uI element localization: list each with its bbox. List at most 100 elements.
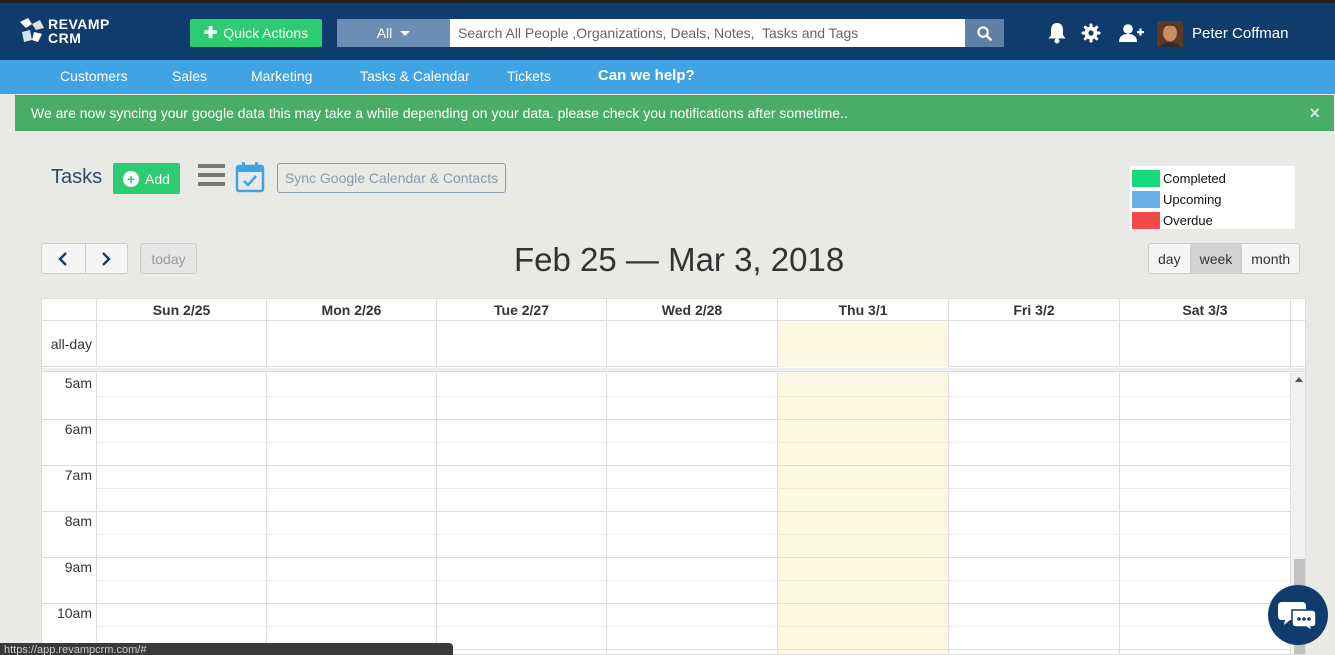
- nav-item-tasks-calendar[interactable]: Tasks & Calendar: [360, 68, 470, 84]
- chat-widget-button[interactable]: [1268, 585, 1328, 645]
- nav-item-sales[interactable]: Sales: [172, 68, 207, 84]
- add-task-button[interactable]: + Add: [113, 163, 180, 194]
- user-name[interactable]: Peter Coffman: [1192, 25, 1288, 42]
- logo-text-crm: CRM: [48, 30, 82, 46]
- calendar-view-icon[interactable]: [235, 161, 265, 193]
- nav-item-customers[interactable]: Customers: [60, 68, 128, 84]
- plus-icon: ✚: [203, 25, 218, 42]
- quick-actions-label: Quick Actions: [223, 25, 309, 41]
- day-column[interactable]: [96, 373, 266, 654]
- add-contact-button[interactable]: [1117, 21, 1145, 45]
- revamp-crm-logo[interactable]: REVAMP CRM: [18, 14, 128, 48]
- scroll-up-icon[interactable]: [1295, 377, 1303, 382]
- main-nav: Customers Sales Marketing Tasks & Calend…: [0, 60, 1335, 94]
- gear-icon: [1081, 23, 1101, 43]
- settings-button[interactable]: [1079, 21, 1103, 45]
- search-input[interactable]: [450, 19, 965, 47]
- search-button[interactable]: [965, 19, 1004, 47]
- legend-label: Upcoming: [1163, 192, 1222, 207]
- view-switcher: day week month: [1148, 243, 1301, 274]
- all-day-cell[interactable]: [436, 321, 606, 367]
- global-search: All: [337, 19, 1004, 47]
- logo-mark-icon: [20, 18, 44, 42]
- day-header: Tue 2/27: [436, 299, 606, 321]
- legend-swatch: [1132, 191, 1160, 208]
- half-hour-line: [96, 396, 1290, 397]
- day-column[interactable]: [606, 373, 777, 654]
- hour-label: 6am: [64, 421, 92, 437]
- plus-circle-icon: +: [123, 170, 140, 187]
- all-day-row: all-day: [42, 321, 1305, 367]
- half-hour-line: [96, 580, 1290, 581]
- list-view-icon[interactable]: [198, 164, 225, 190]
- day-column[interactable]: [266, 373, 436, 654]
- next-button[interactable]: [84, 244, 128, 273]
- all-day-cell[interactable]: [606, 321, 777, 367]
- hour-line: [42, 465, 1290, 466]
- search-scope-dropdown[interactable]: All: [337, 19, 450, 47]
- quick-actions-button[interactable]: ✚ Quick Actions: [190, 19, 322, 47]
- day-column[interactable]: [436, 373, 606, 654]
- sync-google-button[interactable]: Sync Google Calendar & Contacts: [277, 163, 506, 193]
- legend-swatch: [1132, 170, 1160, 187]
- gutter-cell: [1290, 321, 1305, 367]
- user-avatar[interactable]: [1157, 21, 1183, 47]
- avatar-image: [1157, 21, 1183, 47]
- half-hour-line: [96, 534, 1290, 535]
- hour-label: 10am: [56, 605, 92, 621]
- nav-item-help[interactable]: Can we help?: [598, 67, 695, 84]
- prev-button[interactable]: [42, 244, 85, 273]
- view-month-button[interactable]: month: [1241, 244, 1299, 273]
- half-hour-line: [96, 442, 1290, 443]
- page-title: Tasks: [51, 166, 103, 188]
- caret-down-icon: [400, 30, 411, 36]
- time-grid[interactable]: 5am 6am 7am 8am 9am 10am: [42, 373, 1290, 654]
- top-navbar: REVAMP CRM ✚ Quick Actions All Search Al…: [0, 0, 1335, 60]
- view-day-button[interactable]: day: [1149, 244, 1190, 273]
- gutter-cell: [1290, 299, 1305, 321]
- half-hour-line: [96, 488, 1290, 489]
- hour-label: 8am: [64, 513, 92, 529]
- view-week-button[interactable]: week: [1189, 244, 1242, 273]
- calendar-check-icon: [235, 162, 265, 193]
- browser-status-bar: https://app.revampcrm.com/#: [0, 643, 453, 655]
- hour-line: [42, 557, 1290, 558]
- chevron-left-icon: [58, 251, 68, 266]
- legend-label: Completed: [1163, 171, 1226, 186]
- half-hour-line: [96, 626, 1290, 627]
- legend-label: Overdue: [1163, 213, 1213, 228]
- all-day-cell[interactable]: [96, 321, 266, 367]
- legend-item-upcoming: Upcoming: [1132, 189, 1293, 210]
- chat-icon: [1278, 602, 1317, 632]
- day-header: Wed 2/28: [606, 299, 777, 321]
- hour-line: [42, 511, 1290, 512]
- hour-label: 5am: [64, 375, 92, 391]
- status-legend: Completed Upcoming Overdue: [1130, 166, 1295, 229]
- all-day-label: all-day: [50, 336, 92, 352]
- all-day-cell[interactable]: [266, 321, 436, 367]
- search-icon: [977, 25, 992, 41]
- week-calendar: Sun 2/25 Mon 2/26 Tue 2/27 Wed 2/28 Thu 3/1 F…: [41, 298, 1306, 655]
- nav-item-marketing[interactable]: Marketing: [251, 68, 312, 84]
- day-header: Sat 3/3: [1119, 299, 1290, 321]
- search-scope-value: All: [376, 25, 393, 41]
- all-day-cell[interactable]: [1119, 321, 1290, 367]
- legend-swatch: [1132, 212, 1160, 229]
- today-button[interactable]: today: [140, 243, 197, 274]
- hour-label: 7am: [64, 467, 92, 483]
- notifications-button[interactable]: [1045, 21, 1069, 45]
- sync-alert: We are now syncing your google data this…: [15, 95, 1334, 131]
- day-column[interactable]: [948, 373, 1119, 654]
- alert-message: We are now syncing your google data this…: [31, 105, 848, 121]
- day-header: Thu 3/1: [777, 299, 948, 321]
- day-header: Fri 3/2: [948, 299, 1119, 321]
- day-header: Mon 2/26: [266, 299, 436, 321]
- day-column[interactable]: [1119, 373, 1290, 654]
- close-icon[interactable]: ×: [1309, 103, 1320, 124]
- nav-item-tickets[interactable]: Tickets: [507, 68, 551, 84]
- calendar-divider: [42, 368, 1305, 372]
- today-column[interactable]: [777, 373, 948, 654]
- all-day-cell[interactable]: [777, 321, 948, 367]
- legend-item-completed: Completed: [1132, 168, 1293, 189]
- all-day-cell[interactable]: [948, 321, 1119, 367]
